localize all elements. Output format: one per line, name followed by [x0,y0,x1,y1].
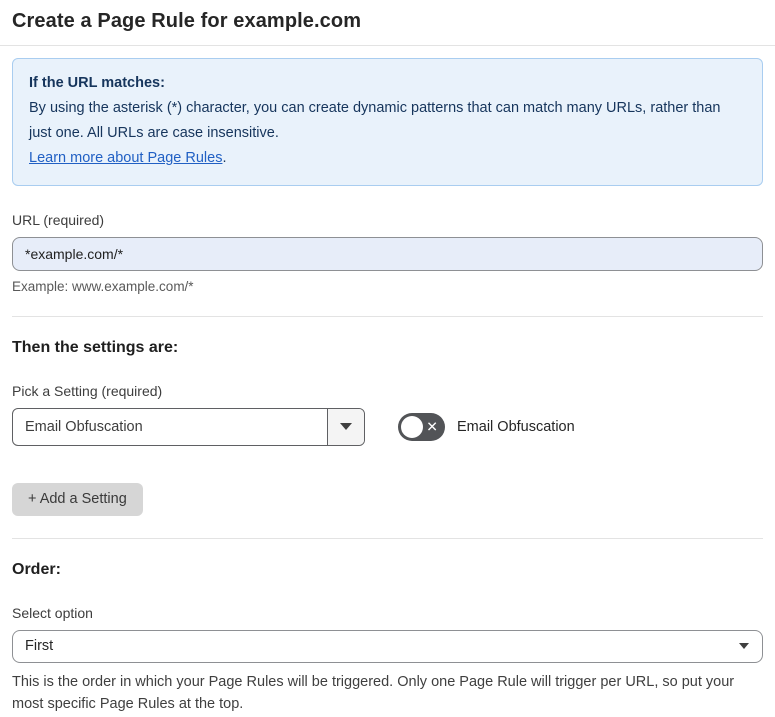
url-input[interactable] [12,236,763,271]
add-setting-button[interactable]: + Add a Setting [12,482,143,516]
chevron-down-icon [739,643,749,650]
setting-select[interactable]: Email Obfuscation [12,407,365,446]
chevron-down-icon [340,423,352,431]
select-option-label: Select option [12,604,93,621]
order-select-value: First [25,638,54,655]
url-matches-info-box: If the URL matches: By using the asteris… [12,58,763,186]
toggle-label: Email Obfuscation [457,418,575,435]
info-box-body: By using the asterisk (*) character, you… [29,99,721,141]
learn-more-link[interactable]: Learn more about Page Rules [29,150,222,166]
settings-section-heading: Then the settings are: [12,338,179,356]
toggle-knob [401,415,423,438]
email-obfuscation-toggle[interactable]: ✕ [398,412,445,441]
divider [0,45,775,46]
order-section-heading: Order: [12,560,61,578]
create-page-rule-form: Create a Page Rule for example.com If th… [0,0,775,717]
url-field-label: URL (required) [12,211,105,228]
link-period: . [222,149,227,166]
info-box-heading: If the URL matches: [29,75,165,91]
pick-setting-label: Pick a Setting (required) [12,382,163,399]
toggle-off-icon: ✕ [426,418,438,435]
page-title: Create a Page Rule for example.com [12,10,362,32]
setting-row: Email Obfuscation ✕ Email Obfuscation [12,407,763,446]
setting-select-arrow-button[interactable] [327,408,364,445]
setting-select-value: Email Obfuscation [25,418,143,435]
divider [12,315,763,317]
info-box-link-line: Learn more about Page Rules. [29,146,746,171]
order-select[interactable]: First [12,629,763,663]
url-example-helper: Example: www.example.com/* [12,278,194,294]
order-helper-text: This is the order in which your Page Rul… [12,673,735,713]
divider [12,537,763,539]
email-obfuscation-toggle-group: ✕ Email Obfuscation [398,412,575,441]
